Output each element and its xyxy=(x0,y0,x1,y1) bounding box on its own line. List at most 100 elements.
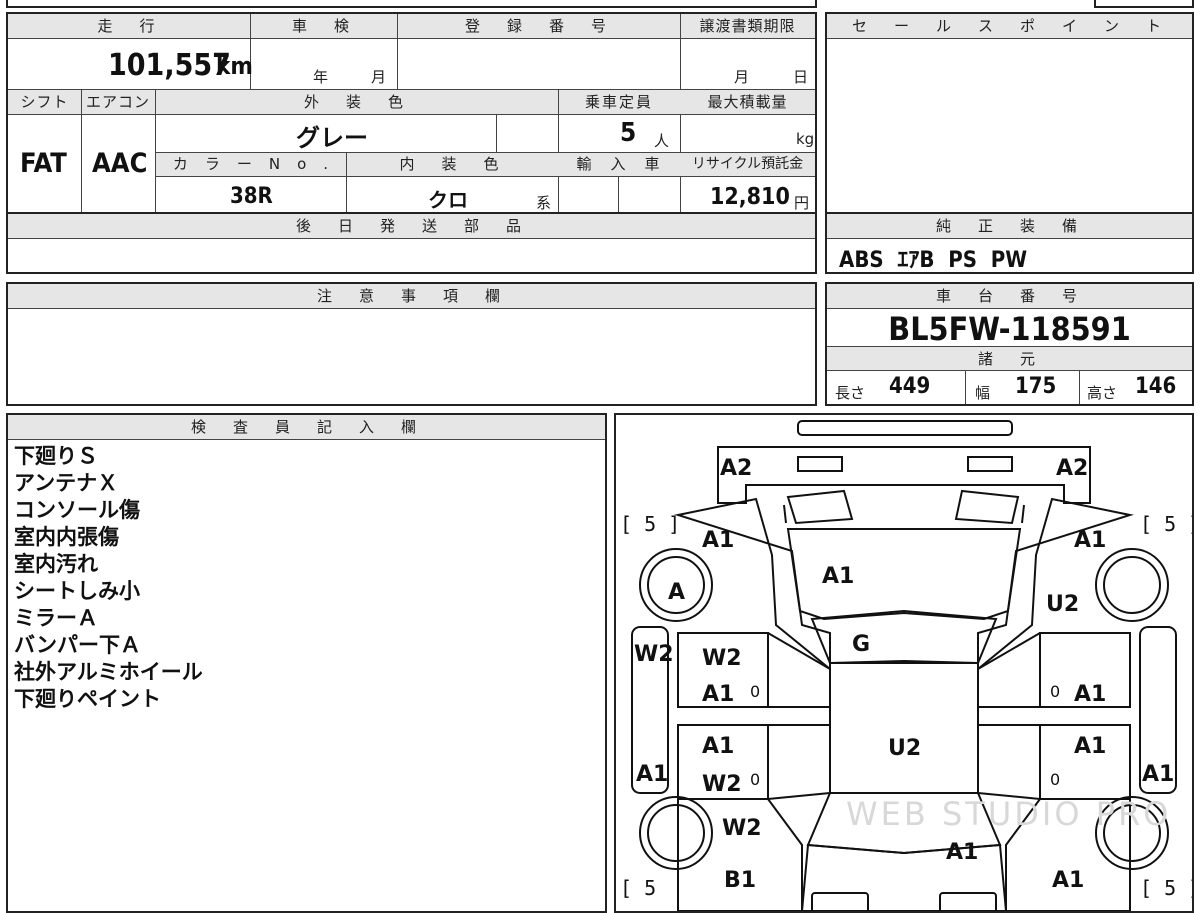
tire-front-left: [ 5 ] xyxy=(620,512,680,536)
recycle-unit: 円 xyxy=(794,194,810,212)
width-value: 175 xyxy=(1015,374,1057,399)
exterior-color-header: 外 装 色 xyxy=(155,90,558,115)
notes-header: 注 意 事 項 欄 xyxy=(8,284,815,309)
wheel-rear-left-inner xyxy=(647,804,705,862)
label-zero-3: 0 xyxy=(750,770,760,789)
max-load-header: 最大積載量 xyxy=(680,90,815,115)
exterior-color-value: グレー xyxy=(296,124,368,152)
label-roof: U2 xyxy=(888,736,921,761)
shift-header: シフト xyxy=(8,90,81,115)
front-bumper xyxy=(717,446,1091,504)
later-parts-box: 後 日 発 送 部 品 xyxy=(6,212,817,274)
label-rear-right: A1 xyxy=(1052,868,1084,893)
inspection-month: 月 xyxy=(371,68,387,86)
mileage-header: 走 行 xyxy=(8,14,250,39)
vehicle-info-table: 走 行 車 検 登 録 番 号 譲渡書類期限 101,557 km 年 月 月 … xyxy=(6,12,817,214)
label-rear-left: B1 xyxy=(724,868,756,893)
rear-slot-right xyxy=(939,892,997,911)
label-fender-front-left: A1 xyxy=(702,528,734,553)
car-diagram: WEB STUDIO PRO A2 A2 A1 A1 A1 A U2 G W2 … xyxy=(620,420,1192,911)
sales-point-box: セ ー ル ス ポ イ ン ト xyxy=(825,12,1194,214)
headlight-right-inner xyxy=(1021,504,1025,524)
headlight-left xyxy=(786,489,854,525)
recycle-header: リサイクル預託金 xyxy=(680,153,815,177)
label-door-rear-right: A1 xyxy=(1074,734,1106,759)
inspector-line: 室内内張傷 xyxy=(14,525,119,549)
label-sill-right-rear: A1 xyxy=(1142,762,1174,787)
tire-rear-left: [ 5 xyxy=(620,876,656,900)
car-diagram-box: WEB STUDIO PRO A2 A2 A1 A1 A1 A U2 G W2 … xyxy=(614,413,1194,913)
aircon-header: エアコン xyxy=(81,90,155,115)
length-label: 長さ xyxy=(835,384,866,402)
label-zero-2: 0 xyxy=(1050,682,1060,701)
label-zero-4: 0 xyxy=(1050,770,1060,789)
door-right-sep xyxy=(978,706,1130,726)
fender-front-left xyxy=(674,497,831,672)
interior-color-value: クロ xyxy=(428,188,468,212)
top-strip xyxy=(6,0,817,8)
headlight-right xyxy=(954,489,1020,525)
mileage-unit: km xyxy=(216,52,253,80)
inspection-header: 車 検 xyxy=(250,14,397,39)
label-fender-front-right: A1 xyxy=(1074,528,1106,553)
notes-box: 注 意 事 項 欄 xyxy=(6,282,817,406)
fog-lamp-left xyxy=(797,456,843,472)
label-trunk: A1 xyxy=(946,840,978,865)
label-door-rear-left-1: A1 xyxy=(702,734,734,759)
watermark: WEB STUDIO PRO xyxy=(846,795,1171,833)
label-sill-left: W2 xyxy=(634,642,674,667)
inspector-line: 社外アルミホイール xyxy=(14,660,203,684)
tire-front-right: [ 5 ] xyxy=(1140,512,1192,536)
top-strip-right xyxy=(1094,0,1194,8)
chassis-header: 車 台 番 号 xyxy=(827,284,1192,309)
tire-rear-right: [ 5 ] xyxy=(1140,876,1192,900)
inspector-header: 検 査 員 記 入 欄 xyxy=(8,415,605,440)
length-value: 449 xyxy=(889,374,931,399)
mileage-value: 101,557 xyxy=(108,48,231,83)
wheel-front-right xyxy=(1095,548,1169,622)
capacity-value: 5 xyxy=(620,118,637,148)
label-door-front-left-2: A1 xyxy=(702,682,734,707)
label-door-front-right: A1 xyxy=(1074,682,1106,707)
inspection-year: 年 xyxy=(313,68,329,86)
sales-point-header: セ ー ル ス ポ イ ン ト xyxy=(827,14,1192,39)
rear-slot-left xyxy=(811,892,869,911)
label-hood: A1 xyxy=(822,564,854,589)
transfer-deadline-header: 譲渡書類期限 xyxy=(680,14,815,39)
label-front-bumper-left: A2 xyxy=(720,456,752,481)
chassis-box: 車 台 番 号 BL5FW-118591 諸 元 長さ 449 幅 175 高さ… xyxy=(825,282,1194,406)
shift-value: FAT xyxy=(20,148,67,179)
grille-slot xyxy=(797,420,1013,436)
max-load-unit: kg xyxy=(796,130,815,148)
capacity-unit: 人 xyxy=(654,132,670,150)
label-door-rear-left-2: W2 xyxy=(702,772,742,797)
label-sill-left-rear: A1 xyxy=(636,762,668,787)
wheel-front-right-inner xyxy=(1103,556,1161,614)
label-fender-right-extra: U2 xyxy=(1046,592,1079,617)
label-door-front-left-1: W2 xyxy=(702,646,742,671)
registration-header: 登 録 番 号 xyxy=(397,14,680,39)
standard-equipment-header: 純 正 装 備 xyxy=(827,214,1192,239)
inspector-line: ミラーＡ xyxy=(14,606,98,630)
fender-front-right xyxy=(977,497,1134,672)
fog-lamp-right xyxy=(967,456,1013,472)
label-windshield: G xyxy=(852,632,870,657)
transfer-day: 日 xyxy=(793,68,809,86)
recycle-value: 12,810 xyxy=(710,184,790,210)
headlight-left-inner xyxy=(783,504,787,524)
color-no-value: 38R xyxy=(230,184,273,209)
inspector-line: 室内汚れ xyxy=(14,552,98,576)
color-no-header: カ ラ ー N o . xyxy=(156,153,346,177)
height-label: 高さ xyxy=(1087,384,1118,402)
inspector-line: アンテナＸ xyxy=(14,471,119,495)
label-front-bumper-right: A2 xyxy=(1056,456,1088,481)
interior-color-suffix: 系 xyxy=(536,194,552,212)
chassis-number: BL5FW-118591 xyxy=(888,310,1131,348)
standard-equipment-box: 純 正 装 備 ABS ｴｱB PS PW xyxy=(825,212,1194,274)
wheel-rear-left xyxy=(639,796,713,870)
specs-header: 諸 元 xyxy=(827,346,1192,371)
inspector-box: 検 査 員 記 入 欄 下廻りＳ アンテナＸ コンソール傷 室内内張傷 室内汚れ… xyxy=(6,413,607,913)
label-zero-1: 0 xyxy=(750,682,760,701)
aircon-value: AAC xyxy=(92,148,148,179)
inspector-line: シートしみ小 xyxy=(14,579,140,603)
